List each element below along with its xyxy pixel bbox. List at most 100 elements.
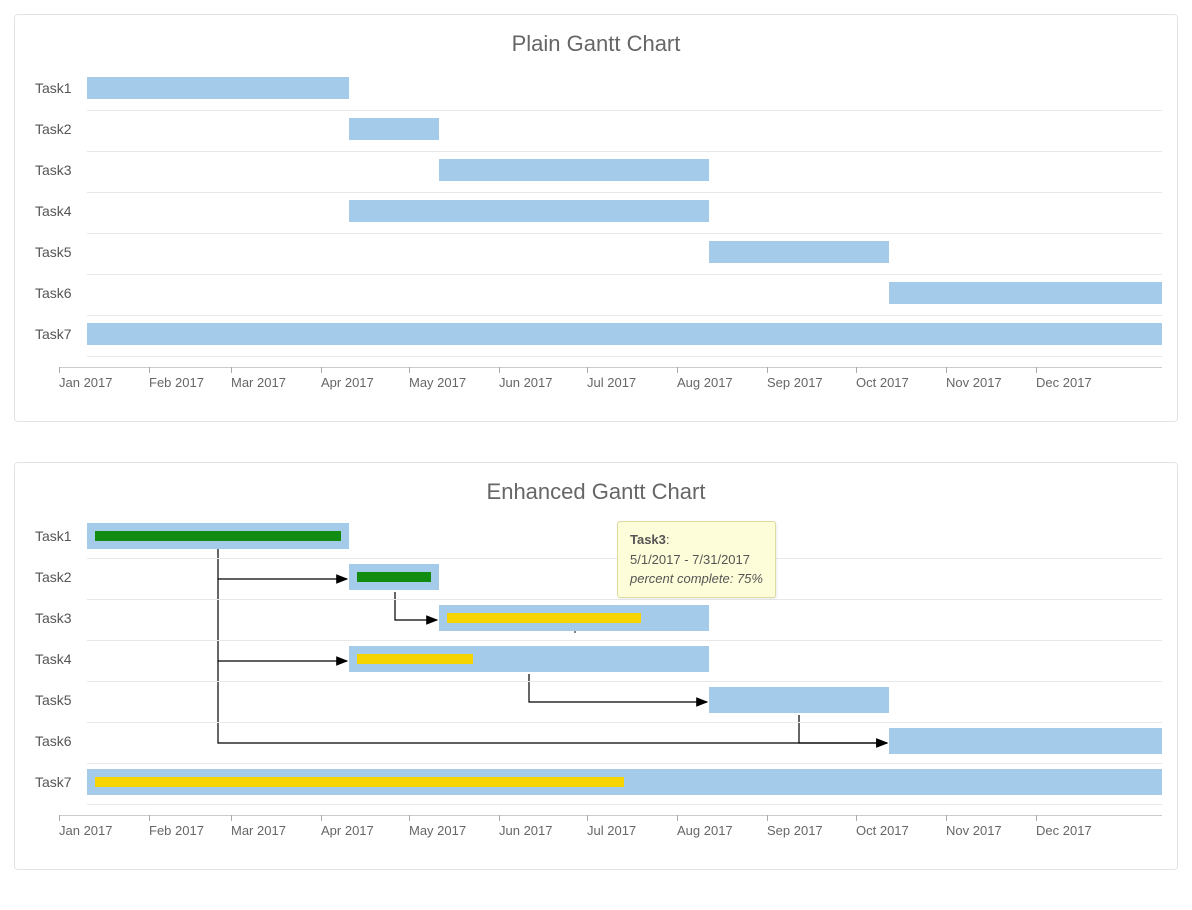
task-label: Task4: [35, 203, 72, 219]
chart-title: Plain Gantt Chart: [29, 31, 1163, 57]
x-tick-label: Nov 2017: [946, 823, 1002, 838]
task-bar[interactable]: [349, 200, 709, 222]
grid-line: [87, 681, 1162, 682]
axis-tick: [946, 815, 947, 821]
axis-tick: [856, 367, 857, 373]
x-tick-label: Oct 2017: [856, 823, 909, 838]
task-bar[interactable]: [439, 159, 709, 181]
x-tick-label: May 2017: [409, 375, 466, 390]
grid-line: [87, 110, 1162, 111]
plain-gantt-chart: Task1 Task2 Task3 Task4 Task5 Task6 Task…: [29, 73, 1163, 403]
x-tick-label: Jun 2017: [499, 375, 553, 390]
tooltip-percent: percent complete: 75%: [630, 571, 763, 586]
axis-tick: [409, 815, 410, 821]
x-tick-label: Jul 2017: [587, 375, 636, 390]
grid-line: [87, 315, 1162, 316]
x-tick-label: Apr 2017: [321, 823, 374, 838]
axis-tick: [767, 367, 768, 373]
x-axis: [59, 367, 1162, 368]
x-tick-label: Sep 2017: [767, 375, 823, 390]
axis-tick: [321, 367, 322, 373]
tooltip-task: Task3: [630, 532, 666, 547]
progress-bar: [447, 613, 641, 623]
x-tick-label: May 2017: [409, 823, 466, 838]
task-label: Task4: [35, 651, 72, 667]
task-bar[interactable]: [889, 282, 1162, 304]
axis-tick: [321, 815, 322, 821]
grid-line: [87, 763, 1162, 764]
task-label: Task1: [35, 528, 72, 544]
grid-line: [87, 804, 1162, 805]
x-tick-label: Feb 2017: [149, 375, 204, 390]
x-tick-label: Jan 2017: [59, 823, 113, 838]
task-label: Task6: [35, 285, 72, 301]
grid-line: [87, 599, 1162, 600]
axis-tick: [677, 367, 678, 373]
axis-tick: [149, 815, 150, 821]
progress-bar: [357, 654, 473, 664]
x-tick-label: Oct 2017: [856, 375, 909, 390]
axis-tick: [499, 367, 500, 373]
task-label: Task2: [35, 569, 72, 585]
grid-line: [87, 356, 1162, 357]
grid-line: [87, 640, 1162, 641]
axis-tick: [231, 815, 232, 821]
task-label: Task7: [35, 774, 72, 790]
task-tooltip: Task3: 5/1/2017 - 7/31/2017 percent comp…: [617, 521, 776, 598]
axis-tick: [409, 367, 410, 373]
x-tick-label: Nov 2017: [946, 375, 1002, 390]
axis-tick: [1036, 367, 1037, 373]
axis-tick: [231, 367, 232, 373]
x-tick-label: Aug 2017: [677, 375, 733, 390]
x-tick-label: Aug 2017: [677, 823, 733, 838]
task-bar[interactable]: [87, 77, 349, 99]
task-bar[interactable]: [349, 118, 439, 140]
task-bar[interactable]: [87, 323, 1162, 345]
x-tick-label: Dec 2017: [1036, 823, 1092, 838]
x-tick-label: Sep 2017: [767, 823, 823, 838]
task-label: Task7: [35, 326, 72, 342]
grid-line: [87, 722, 1162, 723]
axis-tick: [767, 815, 768, 821]
x-tick-label: Mar 2017: [231, 375, 286, 390]
task-label: Task2: [35, 121, 72, 137]
grid-line: [87, 192, 1162, 193]
axis-tick: [587, 815, 588, 821]
task-label: Task3: [35, 162, 72, 178]
axis-tick: [1036, 815, 1037, 821]
task-label: Task1: [35, 80, 72, 96]
plain-gantt-card: Plain Gantt Chart Task1 Task2 Task3 Task…: [14, 14, 1178, 422]
progress-bar: [95, 777, 624, 787]
axis-tick: [587, 367, 588, 373]
axis-tick: [59, 367, 60, 373]
task-label: Task5: [35, 692, 72, 708]
enhanced-gantt-chart: Task1 Task2 Task3 Task4 Task5 Task6 Task…: [29, 521, 1163, 851]
x-tick-label: Jun 2017: [499, 823, 553, 838]
x-tick-label: Dec 2017: [1036, 375, 1092, 390]
x-axis: [59, 815, 1162, 816]
axis-tick: [946, 367, 947, 373]
progress-bar: [357, 572, 431, 582]
axis-tick: [59, 815, 60, 821]
tooltip-range: 5/1/2017 - 7/31/2017: [630, 550, 763, 570]
grid-line: [87, 151, 1162, 152]
task-label: Task6: [35, 733, 72, 749]
task-label: Task5: [35, 244, 72, 260]
x-tick-label: Apr 2017: [321, 375, 374, 390]
x-tick-label: Jul 2017: [587, 823, 636, 838]
axis-tick: [856, 815, 857, 821]
axis-tick: [149, 367, 150, 373]
progress-bar: [95, 531, 341, 541]
axis-tick: [677, 815, 678, 821]
grid-line: [87, 233, 1162, 234]
task-bar[interactable]: [709, 687, 889, 713]
x-tick-label: Jan 2017: [59, 375, 113, 390]
task-label: Task3: [35, 610, 72, 626]
x-tick-label: Feb 2017: [149, 823, 204, 838]
chart-title: Enhanced Gantt Chart: [29, 479, 1163, 505]
task-bar[interactable]: [889, 728, 1162, 754]
axis-tick: [499, 815, 500, 821]
x-tick-label: Mar 2017: [231, 823, 286, 838]
task-bar[interactable]: [709, 241, 889, 263]
grid-line: [87, 274, 1162, 275]
